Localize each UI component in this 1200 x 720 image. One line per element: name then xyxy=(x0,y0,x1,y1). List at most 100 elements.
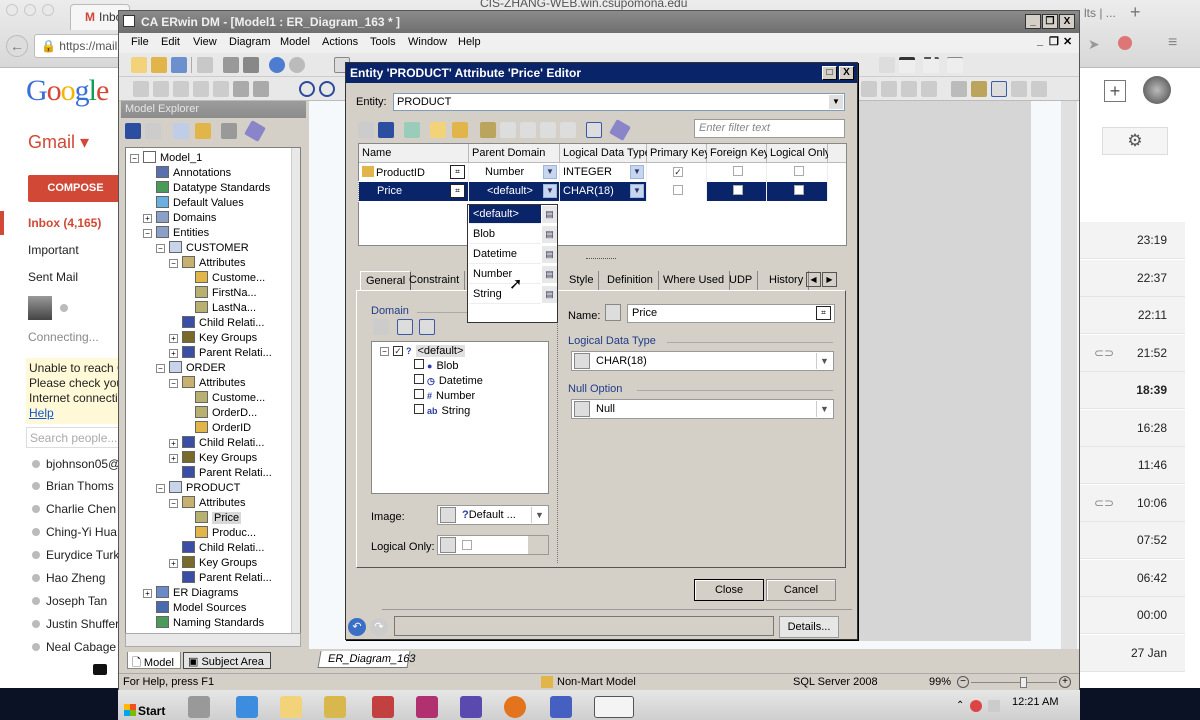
menu-edit[interactable]: Edit xyxy=(161,36,180,48)
menu-view[interactable]: View xyxy=(193,36,217,48)
gmail-app-menu[interactable]: Gmail ▾ xyxy=(28,132,89,153)
collapse-icon[interactable]: − xyxy=(169,379,178,388)
status-dot-icon[interactable] xyxy=(60,304,68,312)
close-button[interactable]: X xyxy=(1059,14,1075,29)
expand-icon[interactable]: + xyxy=(143,214,152,223)
domain-tree-item[interactable]: # Number xyxy=(414,389,475,404)
firefox-icon[interactable] xyxy=(504,696,526,718)
report-icon[interactable] xyxy=(1031,81,1047,97)
reorder-icon[interactable] xyxy=(480,122,496,138)
pen-color-icon[interactable] xyxy=(879,57,895,73)
tree-item[interactable]: Datatype Standards xyxy=(143,181,270,196)
chevron-down-icon[interactable]: ▼ xyxy=(630,165,644,179)
tab-history[interactable]: History xyxy=(764,271,810,290)
delete-attribute-icon[interactable] xyxy=(452,122,468,138)
visio-icon[interactable] xyxy=(550,696,572,718)
address-bar[interactable]: 🔒 https://mail.google.com xyxy=(34,34,130,58)
tab-udp[interactable]: UDP xyxy=(724,271,759,290)
dropdown-option[interactable]: Blob xyxy=(469,225,541,244)
zoom-slider-thumb[interactable] xyxy=(1019,677,1027,688)
tree-item[interactable]: + Domains xyxy=(143,211,216,226)
foreign-key-checkbox[interactable] xyxy=(733,166,743,176)
database-icon[interactable] xyxy=(324,696,346,718)
chevron-down-icon[interactable]: ▼ xyxy=(816,353,832,369)
contact-item[interactable]: Charlie Chen xyxy=(32,502,116,516)
name-editor-icon[interactable]: ⌗ xyxy=(450,165,465,179)
domain-cell[interactable]: <default> ▼ xyxy=(469,182,560,201)
tree-item[interactable]: Child Relati... xyxy=(169,316,264,331)
null-option-select[interactable]: Null ▼ xyxy=(571,399,834,419)
close-button[interactable]: Close xyxy=(694,579,764,601)
zoom-in-icon[interactable] xyxy=(319,81,335,97)
domain-checkbox[interactable] xyxy=(414,404,424,414)
menu-tools[interactable]: Tools xyxy=(370,36,396,48)
window-zoom-button[interactable] xyxy=(42,4,54,16)
chevron-down-icon[interactable]: ▼ xyxy=(829,95,843,109)
expand-icon[interactable]: + xyxy=(169,454,178,463)
expand-icon[interactable]: + xyxy=(169,559,178,568)
collapse-icon[interactable]: − xyxy=(130,154,139,163)
logical-only-checkbox[interactable] xyxy=(793,185,804,195)
chevron-down-icon[interactable]: ▼ xyxy=(816,401,832,417)
mail-row[interactable]: 22:37 xyxy=(1080,259,1185,297)
inherit-icon[interactable] xyxy=(574,353,590,369)
mail-row[interactable]: 07:52 xyxy=(1080,522,1185,559)
system-clock[interactable]: 12:21 AM xyxy=(1012,696,1058,708)
collapse-icon[interactable]: − xyxy=(143,229,152,238)
column-header[interactable]: Name xyxy=(359,144,469,163)
expand-icon[interactable]: + xyxy=(143,589,152,598)
chevron-down-icon[interactable]: ▼ xyxy=(630,184,644,198)
model-validate-icon[interactable] xyxy=(951,81,967,97)
user-avatar[interactable] xyxy=(1143,76,1171,104)
tree-item[interactable]: Model Sources xyxy=(143,601,246,616)
domain-tree-item[interactable]: ab String xyxy=(414,404,470,419)
domain-checkbox[interactable] xyxy=(414,374,424,384)
tree-item[interactable]: Produc... xyxy=(182,526,256,541)
tree-item[interactable]: − Model_1 xyxy=(130,151,202,166)
domain-properties-icon[interactable]: ▤ xyxy=(542,266,557,283)
foreign-key-checkbox[interactable] xyxy=(733,185,743,195)
tab-subject-area[interactable]: ▣ Subject Area xyxy=(183,652,271,669)
chrome-menu-icon[interactable]: ≡ xyxy=(1168,34,1177,52)
complete-compare-icon[interactable] xyxy=(861,81,877,97)
menu-actions[interactable]: Actions xyxy=(322,36,358,48)
domain-tree-item[interactable]: ● Blob xyxy=(414,359,458,374)
redo-icon[interactable] xyxy=(289,57,305,73)
parent-domain-dropdown[interactable]: <default> Blob Datetime Number String ▤ … xyxy=(467,204,558,323)
start-button[interactable]: Start xyxy=(122,700,170,720)
mdi-close-button[interactable]: ✕ xyxy=(1063,35,1072,48)
domain-checkbox[interactable] xyxy=(414,359,424,369)
domain-hierarchy-icon[interactable] xyxy=(373,319,389,335)
google-logo[interactable]: Google xyxy=(26,74,109,108)
tree-item[interactable]: − PRODUCT xyxy=(156,481,240,496)
tree-item[interactable]: Custome... xyxy=(182,271,265,286)
domain-properties-icon[interactable]: ▤ xyxy=(542,226,557,243)
dropdown-option[interactable]: <default> xyxy=(469,205,541,224)
forward-engineer-icon[interactable] xyxy=(901,81,917,97)
chat-icon[interactable] xyxy=(93,664,107,675)
add-account-button[interactable]: + xyxy=(1104,80,1126,102)
tree-item[interactable]: Annotations xyxy=(143,166,231,181)
menu-diagram[interactable]: Diagram xyxy=(229,36,271,48)
contact-item[interactable]: Joseph Tan xyxy=(32,594,107,608)
primary-key-cell[interactable]: ✓ xyxy=(647,163,707,182)
mail-row[interactable]: 22:11 xyxy=(1080,297,1185,334)
diagram-tab[interactable]: ER_Diagram_163 xyxy=(317,651,417,668)
chevron-down-icon[interactable]: ▼ xyxy=(543,165,557,179)
properties-icon[interactable] xyxy=(244,120,266,142)
find-icon[interactable] xyxy=(223,57,239,73)
relationship-layout-icon[interactable] xyxy=(233,81,249,97)
migrate-icon[interactable] xyxy=(404,122,420,138)
forward-icon[interactable] xyxy=(145,123,161,139)
expand-icon[interactable]: + xyxy=(169,334,178,343)
tree-item[interactable]: Parent Relati... xyxy=(169,571,272,586)
diagram-vertical-scrollbar[interactable] xyxy=(1061,101,1077,649)
pane-splitter[interactable] xyxy=(586,258,616,260)
field-button[interactable] xyxy=(528,536,548,554)
name-editor-icon[interactable]: ⌗ xyxy=(816,306,831,320)
logical-only-checkbox[interactable] xyxy=(793,166,804,176)
inherit-icon[interactable] xyxy=(440,507,456,523)
inherit-icon[interactable] xyxy=(586,122,602,138)
tree-item[interactable]: − Attributes xyxy=(169,496,245,511)
tree-item[interactable]: + Child Relati... xyxy=(169,436,264,451)
